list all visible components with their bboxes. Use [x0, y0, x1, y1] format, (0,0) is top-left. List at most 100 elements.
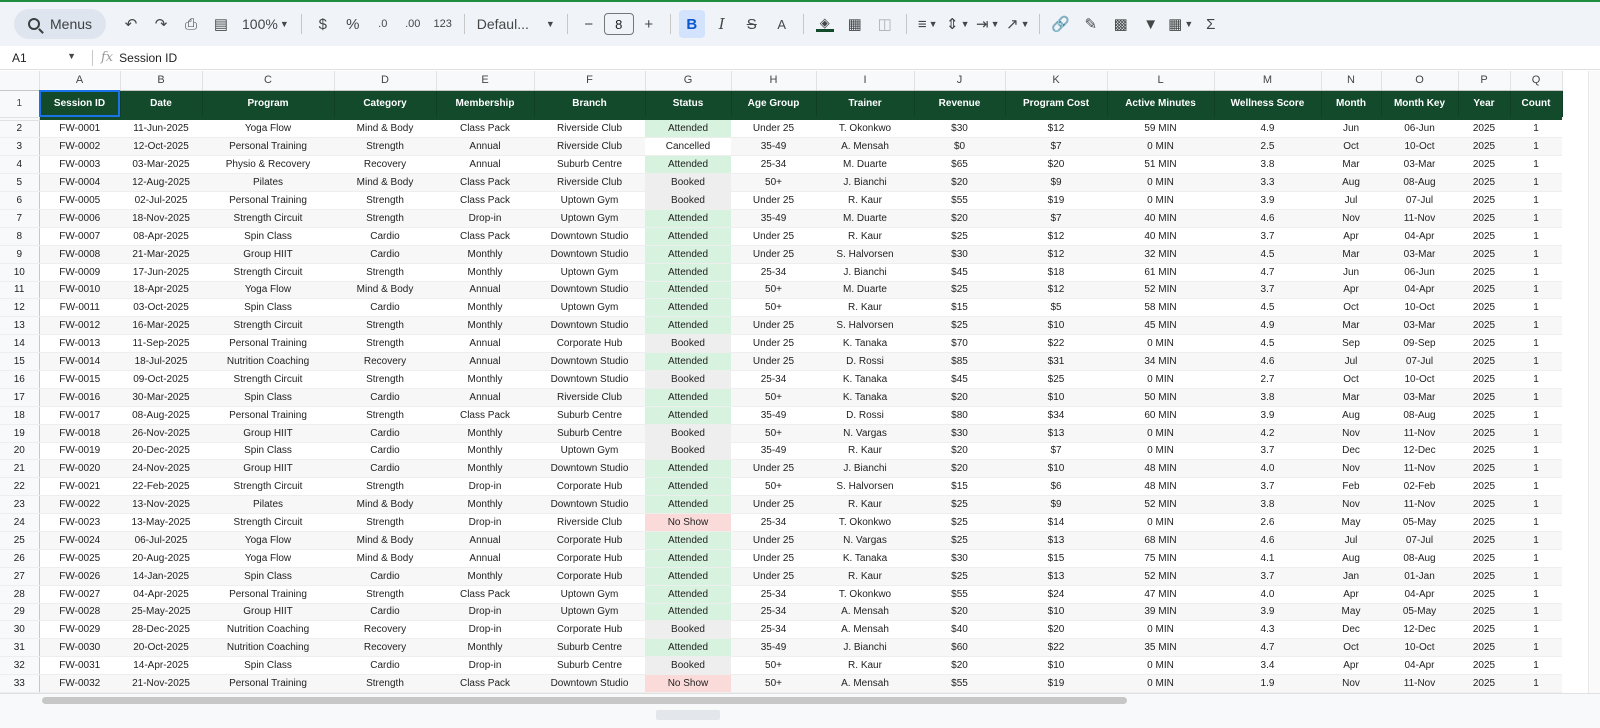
table-cell[interactable]: 04-Apr — [1381, 656, 1458, 676]
header-cell[interactable]: Program Cost — [1005, 90, 1108, 117]
table-cell[interactable]: $20 — [914, 442, 1005, 461]
table-cell[interactable]: Cardio — [334, 603, 436, 622]
table-cell[interactable]: 75 MIN — [1107, 549, 1214, 568]
header-cell[interactable]: Wellness Score — [1214, 90, 1322, 117]
table-cell[interactable]: Strength — [334, 191, 436, 210]
table-cell[interactable]: FW-0028 — [39, 603, 120, 622]
column-header-b[interactable]: B — [120, 71, 203, 91]
strikethrough-button[interactable]: S — [739, 10, 765, 38]
table-cell[interactable]: Oct — [1321, 638, 1381, 658]
table-cell[interactable]: Cardio — [334, 442, 436, 461]
table-cell[interactable]: Mar — [1321, 155, 1381, 175]
status-cell[interactable]: Cancelled — [645, 137, 731, 157]
table-cell[interactable]: 25-34 — [731, 603, 816, 622]
table-cell[interactable]: Uptown Gym — [534, 263, 645, 282]
table-cell[interactable]: 1 — [1510, 173, 1562, 193]
text-wrap-icon[interactable]: ⇥ ▼ — [975, 10, 1001, 38]
table-cell[interactable]: Strength Circuit — [202, 316, 334, 336]
column-header-p[interactable]: P — [1458, 71, 1511, 91]
table-cell[interactable]: $12 — [1005, 120, 1107, 139]
table-cell[interactable]: $22 — [1005, 334, 1107, 354]
table-cell[interactable]: 2025 — [1458, 549, 1510, 568]
table-cell[interactable]: 3.4 — [1214, 656, 1321, 676]
header-cell[interactable]: Date — [120, 90, 203, 117]
table-cell[interactable]: Apr — [1321, 281, 1381, 300]
table-cell[interactable]: Nutrition Coaching — [202, 352, 334, 371]
table-cell[interactable]: Strength — [334, 674, 436, 693]
table-cell[interactable]: 50+ — [731, 424, 816, 443]
table-cell[interactable]: $19 — [1005, 674, 1107, 693]
status-cell[interactable]: Booked — [645, 424, 731, 443]
table-cell[interactable]: $55 — [914, 585, 1005, 604]
table-cell[interactable]: FW-0020 — [39, 459, 120, 479]
table-cell[interactable]: 12-Aug-2025 — [120, 173, 202, 193]
header-cell[interactable]: Branch — [534, 90, 646, 117]
table-cell[interactable]: FW-0022 — [39, 495, 120, 515]
table-cell[interactable]: Riverside Club — [534, 120, 645, 139]
table-cell[interactable]: 06-Jul-2025 — [120, 531, 202, 550]
table-cell[interactable]: Drop-in — [436, 513, 534, 532]
table-cell[interactable]: N. Vargas — [816, 424, 914, 443]
table-cell[interactable]: FW-0010 — [39, 281, 120, 300]
table-cell[interactable]: 1 — [1510, 424, 1562, 443]
table-cell[interactable]: $20 — [1005, 155, 1107, 175]
table-cell[interactable]: 05-May — [1381, 513, 1458, 532]
table-cell[interactable]: Spin Class — [202, 567, 334, 586]
table-cell[interactable]: Mar — [1321, 388, 1381, 407]
table-cell[interactable]: 4.5 — [1214, 334, 1321, 354]
table-cell[interactable]: Strength — [334, 477, 436, 497]
table-cell[interactable]: 3.7 — [1214, 442, 1321, 461]
table-cell[interactable]: Annual — [436, 281, 534, 300]
table-cell[interactable]: $20 — [914, 603, 1005, 622]
table-cell[interactable]: 25-34 — [731, 263, 816, 282]
table-cell[interactable]: 18-Nov-2025 — [120, 209, 202, 228]
table-cell[interactable]: Aug — [1321, 173, 1381, 193]
filter-icon[interactable]: ▼ — [1138, 10, 1164, 38]
table-cell[interactable]: Monthly — [436, 459, 534, 479]
table-cell[interactable]: Cardio — [334, 459, 436, 479]
table-cell[interactable]: Oct — [1321, 370, 1381, 389]
table-cell[interactable]: $10 — [1005, 603, 1107, 622]
table-cell[interactable]: 2025 — [1458, 281, 1510, 300]
table-cell[interactable]: 4.6 — [1214, 352, 1321, 371]
table-cell[interactable]: Strength — [334, 263, 436, 282]
increase-decimal-button[interactable]: .00 — [400, 10, 426, 38]
table-cell[interactable]: Drop-in — [436, 209, 534, 228]
table-cell[interactable]: 2025 — [1458, 334, 1510, 354]
table-cell[interactable]: $25 — [914, 281, 1005, 300]
table-cell[interactable]: $25 — [914, 227, 1005, 246]
table-cell[interactable]: 05-May — [1381, 603, 1458, 622]
table-cell[interactable]: K. Tanaka — [816, 334, 914, 354]
table-cell[interactable]: $31 — [1005, 352, 1107, 371]
table-cell[interactable]: 1 — [1510, 674, 1562, 693]
table-cell[interactable]: Suburb Centre — [534, 424, 645, 443]
table-cell[interactable]: Monthly — [436, 298, 534, 318]
status-cell[interactable]: Attended — [645, 477, 731, 497]
table-cell[interactable]: 2.7 — [1214, 370, 1321, 389]
table-cell[interactable]: 2025 — [1458, 245, 1510, 264]
table-cell[interactable]: Downtown Studio — [534, 352, 645, 371]
table-cell[interactable]: 10-Oct — [1381, 137, 1458, 157]
column-header-c[interactable]: C — [202, 71, 335, 91]
table-cell[interactable]: 2.5 — [1214, 137, 1321, 157]
table-cell[interactable]: Corporate Hub — [534, 620, 645, 640]
status-cell[interactable]: Attended — [645, 352, 731, 371]
table-cell[interactable]: 2025 — [1458, 227, 1510, 246]
table-cell[interactable]: $80 — [914, 406, 1005, 425]
table-cell[interactable]: 12-Dec — [1381, 620, 1458, 640]
table-cell[interactable]: N. Vargas — [816, 531, 914, 550]
table-cell[interactable]: 0 MIN — [1107, 191, 1214, 210]
column-header-l[interactable]: L — [1107, 71, 1215, 91]
table-cell[interactable]: 11-Nov — [1381, 495, 1458, 515]
header-cell[interactable]: Session ID — [39, 90, 121, 117]
table-cell[interactable]: Suburb Centre — [534, 406, 645, 425]
row-number[interactable]: 19 — [0, 424, 40, 443]
table-cell[interactable]: Under 25 — [731, 352, 816, 371]
table-cell[interactable]: 39 MIN — [1107, 603, 1214, 622]
table-cell[interactable]: M. Duarte — [816, 209, 914, 228]
table-cell[interactable]: Downtown Studio — [534, 281, 645, 300]
table-cell[interactable]: R. Kaur — [816, 567, 914, 586]
table-cell[interactable]: 11-Nov — [1381, 459, 1458, 479]
table-cell[interactable]: J. Bianchi — [816, 638, 914, 658]
table-cell[interactable]: 2025 — [1458, 620, 1510, 640]
